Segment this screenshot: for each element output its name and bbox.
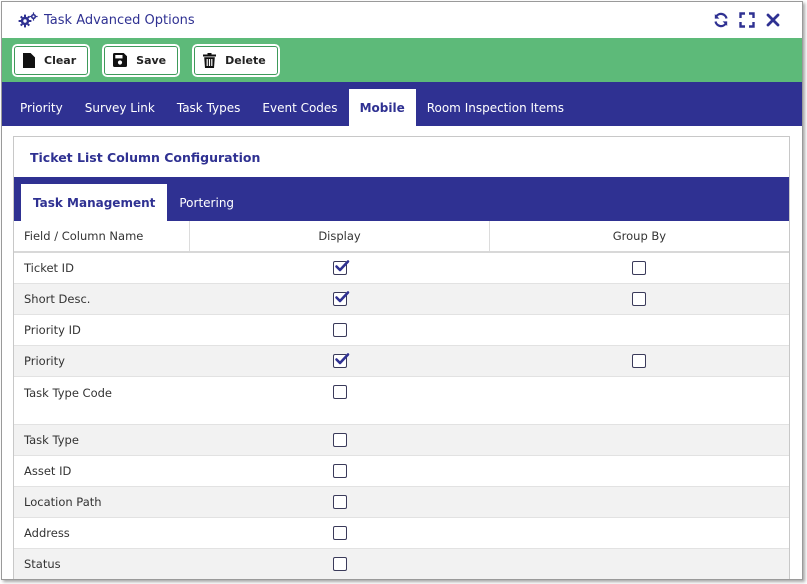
field-name: Task Type Code <box>14 376 190 425</box>
panel-title: Ticket List Column Configuration <box>30 149 261 165</box>
table-header-row: Field / Column Name Display Group By <box>14 221 789 253</box>
title-bar: Task Advanced Options <box>2 2 802 38</box>
display-checkbox[interactable] <box>332 322 347 337</box>
table-row: Status <box>14 548 789 579</box>
close-icon[interactable] <box>764 11 782 29</box>
floppy-icon <box>113 53 128 67</box>
group-by-cell <box>489 252 789 284</box>
tab-room-inspection-items[interactable]: Room Inspection Items <box>416 89 575 126</box>
column-config-table: Field / Column Name Display Group By Tic… <box>14 221 789 579</box>
group-by-cell <box>489 424 789 456</box>
table-body: Ticket ID Short Desc. Priority ID Priority T… <box>14 252 789 579</box>
content-area: Ticket List Column Configuration Task Ma… <box>2 126 802 579</box>
display-cell <box>189 424 490 456</box>
main-tabs: Priority Survey Link Task Types Event Co… <box>2 82 802 126</box>
ticket-list-config-panel: Ticket List Column Configuration Task Ma… <box>13 136 790 579</box>
save-button-label: Save <box>136 53 167 67</box>
group-by-cell <box>489 517 789 549</box>
display-checkbox[interactable] <box>332 352 349 368</box>
display-cell <box>189 548 490 579</box>
field-name: Priority ID <box>14 314 190 346</box>
delete-button-label: Delete <box>225 53 266 67</box>
field-name: Ticket ID <box>14 252 190 284</box>
gears-icon <box>18 11 38 29</box>
group-by-cell <box>489 486 789 518</box>
display-cell <box>189 252 490 284</box>
field-name: Location Path <box>14 486 190 518</box>
group-by-cell <box>489 314 789 346</box>
task-advanced-options-window: Task Advanced Options Clear Save Delete … <box>1 1 803 580</box>
toolbar: Clear Save Delete <box>2 38 802 82</box>
table-row: Asset ID <box>14 455 789 487</box>
group-by-checkbox[interactable] <box>632 261 647 275</box>
refresh-icon[interactable] <box>712 11 730 29</box>
window-actions <box>712 11 782 29</box>
field-name: Priority <box>14 345 190 377</box>
display-checkbox[interactable] <box>332 260 349 275</box>
file-icon <box>23 52 35 68</box>
display-checkbox[interactable] <box>332 525 347 540</box>
table-row: Priority ID <box>14 314 789 346</box>
table-row: Short Desc. <box>14 283 789 315</box>
display-cell <box>189 517 490 549</box>
tab-priority[interactable]: Priority <box>9 89 74 126</box>
tab-event-codes[interactable]: Event Codes <box>251 89 348 126</box>
display-checkbox[interactable] <box>332 290 349 306</box>
subtab-portering[interactable]: Portering <box>167 184 246 221</box>
tab-survey-link[interactable]: Survey Link <box>74 89 166 126</box>
display-cell <box>189 376 490 425</box>
table-row: Location Path <box>14 486 789 518</box>
field-name: Asset ID <box>14 455 190 487</box>
clear-button-label: Clear <box>44 53 77 67</box>
group-by-checkbox[interactable] <box>632 353 647 368</box>
table-row: Priority <box>14 345 789 377</box>
display-cell <box>189 345 490 377</box>
window-title: Task Advanced Options <box>44 12 195 28</box>
header-field: Field / Column Name <box>14 221 190 253</box>
subtab-task-management[interactable]: Task Management <box>21 184 168 221</box>
group-by-cell <box>489 548 789 579</box>
delete-button[interactable]: Delete <box>191 42 281 78</box>
save-button[interactable]: Save <box>101 42 182 78</box>
display-checkbox[interactable] <box>332 432 347 447</box>
field-name: Short Desc. <box>14 283 190 315</box>
display-checkbox[interactable] <box>332 385 347 399</box>
field-name: Address <box>14 517 190 549</box>
display-checkbox[interactable] <box>332 463 347 478</box>
group-by-cell <box>489 455 789 487</box>
sub-tabs: Task Management Portering <box>14 177 789 221</box>
expand-icon[interactable] <box>738 11 756 29</box>
group-by-cell <box>489 283 789 315</box>
display-cell <box>189 283 490 315</box>
group-by-checkbox[interactable] <box>632 291 647 306</box>
table-row: Task Type Code <box>14 376 789 425</box>
display-cell <box>189 455 490 487</box>
trash-icon <box>203 52 217 68</box>
tab-mobile[interactable]: Mobile <box>348 89 416 126</box>
header-display: Display <box>189 221 490 253</box>
display-checkbox[interactable] <box>332 494 347 509</box>
header-group-by: Group By <box>488 221 789 253</box>
clear-button[interactable]: Clear <box>11 42 92 78</box>
table-row: Task Type <box>14 424 789 456</box>
field-name: Task Type <box>14 424 190 456</box>
field-name: Status <box>14 548 190 579</box>
tab-task-types[interactable]: Task Types <box>166 89 252 126</box>
group-by-cell <box>489 345 789 377</box>
table-row: Address <box>14 517 789 549</box>
group-by-cell <box>489 376 789 425</box>
table-row: Ticket ID <box>14 252 789 284</box>
display-cell <box>189 486 490 518</box>
display-cell <box>189 314 490 346</box>
display-checkbox[interactable] <box>332 556 347 571</box>
